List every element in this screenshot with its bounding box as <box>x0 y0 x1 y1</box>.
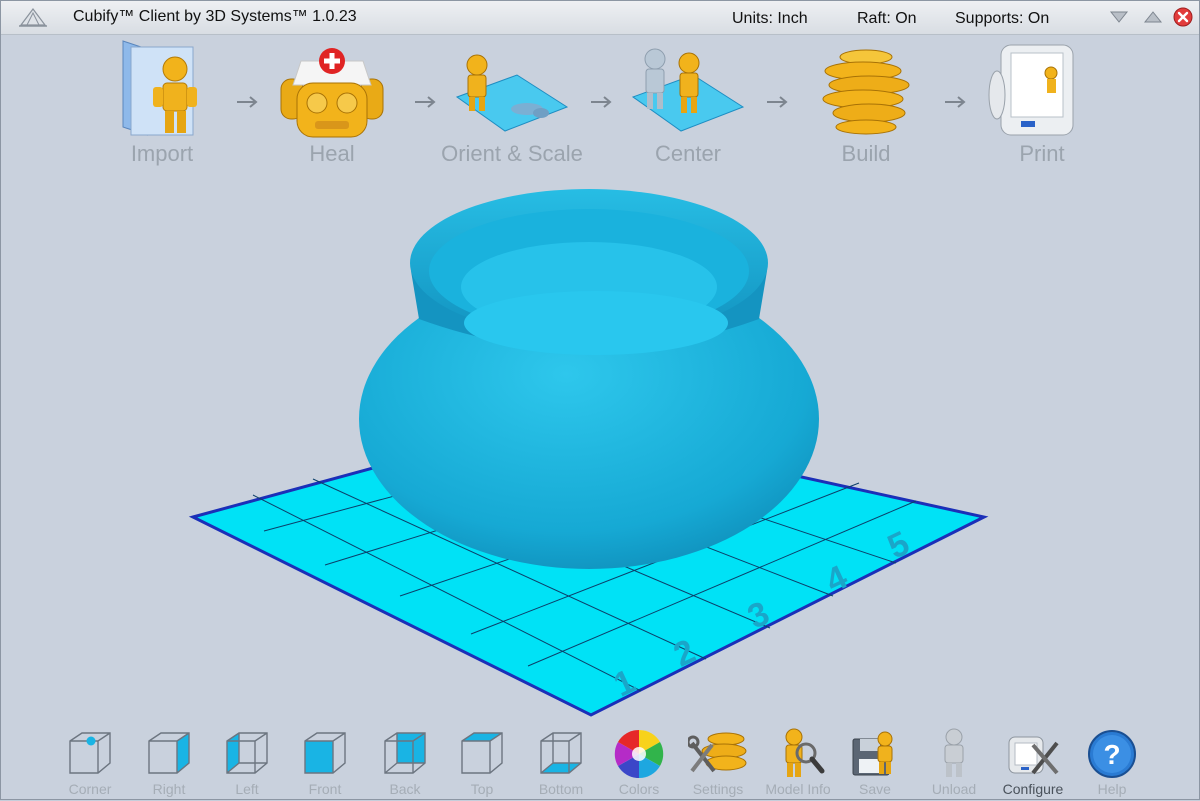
cube-bottom-view-icon <box>540 732 582 774</box>
arrow-right-icon <box>767 96 788 108</box>
cubify-logo-icon[interactable] <box>17 5 49 29</box>
view-corner-button[interactable]: Corner <box>53 721 127 801</box>
help-button[interactable]: ? Help <box>1075 721 1149 801</box>
orient-scale-icon <box>455 54 569 132</box>
printer-icon <box>988 44 1074 136</box>
configure-printer-icon <box>1008 736 1059 775</box>
save-label: Save <box>859 781 891 797</box>
view-right-label: Right <box>152 781 186 797</box>
maximize-button[interactable] <box>1143 7 1163 27</box>
step-heal[interactable]: Heal <box>257 35 407 175</box>
view-back-button[interactable]: Back <box>368 721 442 801</box>
workflow-steps: Import Heal Orient & Scale Center Build … <box>1 35 1199 185</box>
view-corner-label: Corner <box>68 781 112 797</box>
step-orient-scale[interactable]: Orient & Scale <box>437 35 587 175</box>
view-top-button[interactable]: Top <box>445 721 519 801</box>
help-icon: ? <box>1088 730 1136 778</box>
configure-label: Configure <box>1002 781 1064 797</box>
view-front-label: Front <box>308 781 342 797</box>
view-top-label: Top <box>470 781 494 797</box>
configure-button[interactable]: Configure <box>996 721 1070 801</box>
view-bottom-label: Bottom <box>538 781 584 797</box>
view-left-button[interactable]: Left <box>210 721 284 801</box>
view-right-button[interactable]: Right <box>132 721 206 801</box>
view-left-label: Left <box>235 781 259 797</box>
arrow-right-icon <box>945 96 966 108</box>
unload-button[interactable]: Unload <box>917 721 991 801</box>
raft-status[interactable]: Raft: On <box>857 10 917 28</box>
units-status[interactable]: Units: Inch <box>732 10 808 28</box>
model-info-icon <box>785 728 825 777</box>
help-label: Help <box>1097 781 1127 797</box>
view-back-label: Back <box>389 781 421 797</box>
cube-left-view-icon <box>226 732 268 774</box>
window-title: Cubify™ Client by 3D Systems™ 1.0.23 <box>73 8 357 25</box>
cube-front-view-icon <box>304 732 346 774</box>
save-button[interactable]: Save <box>838 721 912 801</box>
step-center-label: Center <box>654 141 722 166</box>
title-bar: Cubify™ Client by 3D Systems™ 1.0.23 Uni… <box>1 1 1199 35</box>
step-heal-label: Heal <box>309 141 355 166</box>
supports-status[interactable]: Supports: On <box>955 10 1049 28</box>
cube-corner-view-icon <box>69 732 111 774</box>
step-orient-scale-label: Orient & Scale <box>441 141 583 166</box>
close-button[interactable] <box>1173 7 1193 27</box>
arrow-right-icon <box>237 96 258 108</box>
model-info-button[interactable]: Model Info <box>761 721 835 801</box>
model-info-label: Model Info <box>765 781 831 797</box>
import-icon <box>122 40 197 136</box>
step-build-label: Build <box>841 141 891 166</box>
heal-icon <box>280 48 384 138</box>
view-bottom-button[interactable]: Bottom <box>524 721 598 801</box>
step-print-label: Print <box>1019 141 1065 166</box>
step-center[interactable]: Center <box>613 35 763 175</box>
settings-label: Settings <box>692 781 744 797</box>
colors-label: Colors <box>618 781 660 797</box>
svg-text:?: ? <box>1103 739 1120 770</box>
step-import[interactable]: Import <box>87 35 237 175</box>
center-icon <box>631 48 745 132</box>
step-print[interactable]: Print <box>967 35 1117 175</box>
step-build[interactable]: Build <box>791 35 941 175</box>
unload-label: Unload <box>931 781 977 797</box>
minimize-button[interactable] <box>1109 7 1129 27</box>
unload-model-icon <box>944 728 964 777</box>
cube-back-view-icon <box>384 732 426 774</box>
step-import-label: Import <box>130 141 194 166</box>
build-icon <box>822 49 910 135</box>
arrow-right-icon <box>415 96 436 108</box>
3d-viewport[interactable]: 1 2 3 4 5 <box>1 181 1199 731</box>
cube-right-view-icon <box>148 732 190 774</box>
pot-model[interactable] <box>359 189 819 569</box>
settings-tools-icon <box>688 732 747 773</box>
cube-top-view-icon <box>461 732 503 774</box>
colors-button[interactable]: Colors <box>602 721 676 801</box>
save-floppy-icon <box>852 731 893 776</box>
arrow-right-icon <box>591 96 612 108</box>
color-wheel-icon <box>614 729 664 779</box>
view-front-button[interactable]: Front <box>288 721 362 801</box>
settings-button[interactable]: Settings <box>681 721 755 801</box>
app-window: Cubify™ Client by 3D Systems™ 1.0.23 Uni… <box>0 0 1200 800</box>
bottom-toolbar: Corner Right Left Front Back Top Bottom … <box>1 721 1199 801</box>
